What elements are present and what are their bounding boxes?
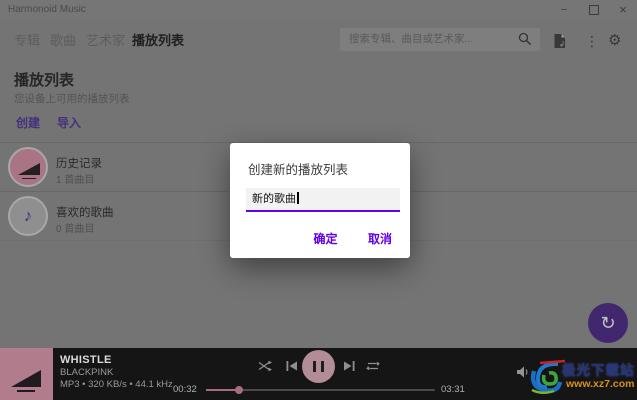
pause-icon bbox=[321, 361, 324, 372]
search-icon bbox=[518, 32, 532, 46]
app-window: Harmonoid Music − × 专辑 歌曲 艺术家 播放列表 搜索专辑、… bbox=[0, 0, 637, 400]
pause-button[interactable] bbox=[302, 350, 335, 383]
album-art-line bbox=[22, 178, 36, 180]
previous-track-icon[interactable] bbox=[285, 359, 299, 373]
ok-button[interactable]: 确定 bbox=[314, 230, 338, 247]
search-placeholder: 搜索专辑、曲目或艺术家... bbox=[349, 28, 473, 51]
track-details: MP3 • 320 KB/s • 44.1 kHz bbox=[60, 379, 173, 390]
text-caret bbox=[297, 192, 299, 204]
search-input[interactable]: 搜索专辑、曲目或艺术家... bbox=[340, 28, 540, 51]
window-title: Harmonoid Music bbox=[8, 4, 86, 15]
settings-gear-icon[interactable]: ⚙ bbox=[608, 33, 621, 48]
more-options-icon[interactable]: ⋮ bbox=[585, 34, 599, 48]
tab-tracks[interactable]: 歌曲 bbox=[50, 30, 76, 49]
now-playing-bar: WHISTLE BLACKPINK MP3 • 320 KB/s • 44.1 … bbox=[0, 348, 637, 400]
minimize-button[interactable]: − bbox=[550, 0, 578, 20]
album-art-shape bbox=[11, 370, 41, 387]
playlist-name: 历史记录 bbox=[56, 155, 102, 171]
page-subtitle: 您设备上可用的播放列表 bbox=[14, 91, 130, 106]
maximize-button[interactable] bbox=[580, 0, 608, 20]
tab-artists[interactable]: 艺术家 bbox=[86, 30, 125, 49]
track-artist: BLACKPINK bbox=[60, 367, 113, 378]
playlist-name-input[interactable]: 新的歌曲 bbox=[246, 188, 400, 212]
tab-albums[interactable]: 专辑 bbox=[14, 30, 40, 49]
create-playlist-button[interactable]: 创建 bbox=[16, 114, 40, 131]
import-playlist-button[interactable]: 导入 bbox=[57, 114, 81, 131]
tab-playlists[interactable]: 播放列表 bbox=[132, 30, 184, 49]
music-note-icon: ♪ bbox=[8, 196, 48, 236]
album-art-thumbnail bbox=[0, 348, 53, 400]
next-track-icon[interactable] bbox=[342, 359, 356, 373]
page-title: 播放列表 bbox=[14, 69, 74, 90]
create-playlist-dialog: 创建新的播放列表 新的歌曲 确定 取消 bbox=[230, 143, 410, 258]
elapsed-time: 00:32 bbox=[173, 384, 197, 395]
volume-icon[interactable] bbox=[516, 365, 530, 379]
total-duration: 03:31 bbox=[441, 384, 465, 395]
dialog-actions: 确定 取消 bbox=[314, 230, 392, 248]
playlist-track-count: 0 首曲目 bbox=[56, 220, 94, 235]
playlist-name: 喜欢的歌曲 bbox=[56, 204, 114, 220]
close-button[interactable]: × bbox=[609, 0, 637, 20]
seek-thumb[interactable] bbox=[235, 386, 243, 394]
album-art-line bbox=[17, 390, 35, 392]
playlist-track-count: 1 首曲目 bbox=[56, 171, 94, 186]
playlist-name-value: 新的歌曲 bbox=[252, 193, 296, 205]
pause-icon bbox=[313, 361, 316, 372]
file-music-icon[interactable] bbox=[552, 33, 567, 49]
dialog-title: 创建新的播放列表 bbox=[248, 159, 348, 178]
seek-slider[interactable] bbox=[206, 389, 435, 391]
album-art-shape bbox=[18, 163, 40, 175]
repeat-icon[interactable] bbox=[366, 359, 380, 373]
refresh-fab-button[interactable]: ↻ bbox=[588, 303, 628, 343]
title-bar: Harmonoid Music − × bbox=[0, 0, 637, 20]
track-title: WHISTLE bbox=[60, 354, 112, 366]
maximize-icon bbox=[589, 5, 599, 15]
playlist-art-history bbox=[8, 147, 48, 187]
cancel-button[interactable]: 取消 bbox=[368, 230, 392, 247]
refresh-icon: ↻ bbox=[600, 313, 615, 333]
shuffle-icon[interactable] bbox=[258, 359, 272, 373]
